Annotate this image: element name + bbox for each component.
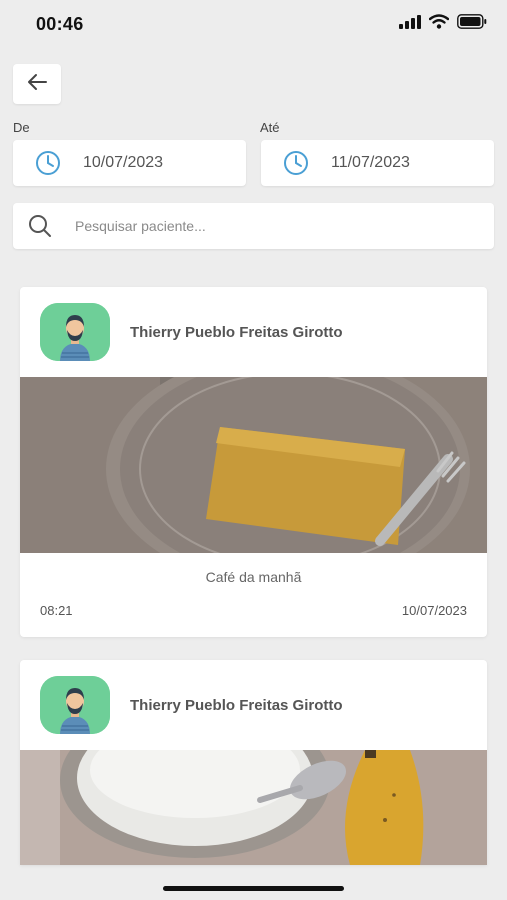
arrow-left-icon xyxy=(26,73,48,96)
to-date-field[interactable]: 11/07/2023 xyxy=(261,140,494,186)
meal-photo[interactable] xyxy=(20,750,487,865)
search-box[interactable] xyxy=(13,203,494,249)
from-date-label: De xyxy=(13,120,30,135)
meal-card[interactable]: Thierry Pueblo Freitas Girotto Café da m… xyxy=(20,287,487,637)
from-date-field[interactable]: 10/07/2023 xyxy=(13,140,246,186)
clock-icon xyxy=(35,150,61,176)
wifi-icon xyxy=(428,14,450,34)
back-button[interactable] xyxy=(13,64,61,104)
patient-name: Thierry Pueblo Freitas Girotto xyxy=(130,324,343,341)
card-header: Thierry Pueblo Freitas Girotto xyxy=(20,287,487,377)
avatar xyxy=(40,676,110,734)
man-avatar-icon xyxy=(40,676,110,734)
signal-icon xyxy=(399,14,421,34)
clock-icon xyxy=(283,150,309,176)
status-bar: 00:46 xyxy=(0,0,507,48)
to-date-value: 11/07/2023 xyxy=(331,154,410,171)
search-input[interactable] xyxy=(73,217,477,235)
patient-name: Thierry Pueblo Freitas Girotto xyxy=(130,697,343,714)
home-indicator[interactable] xyxy=(163,886,344,891)
status-icons xyxy=(399,14,487,34)
avatar xyxy=(40,303,110,361)
card-header: Thierry Pueblo Freitas Girotto xyxy=(20,660,487,750)
battery-icon xyxy=(457,14,487,34)
search-icon xyxy=(27,213,53,239)
meal-date: 10/07/2023 xyxy=(401,603,467,618)
man-avatar-icon xyxy=(40,303,110,361)
meal-photo[interactable] xyxy=(20,377,487,553)
meal-time: 08:21 xyxy=(40,603,73,618)
from-date-value: 10/07/2023 xyxy=(83,154,164,171)
meal-type: Café da manhã xyxy=(205,569,302,585)
to-date-label: Até xyxy=(260,120,280,135)
meal-card[interactable]: Thierry Pueblo Freitas Girotto xyxy=(20,660,487,865)
status-time: 00:46 xyxy=(36,14,84,34)
